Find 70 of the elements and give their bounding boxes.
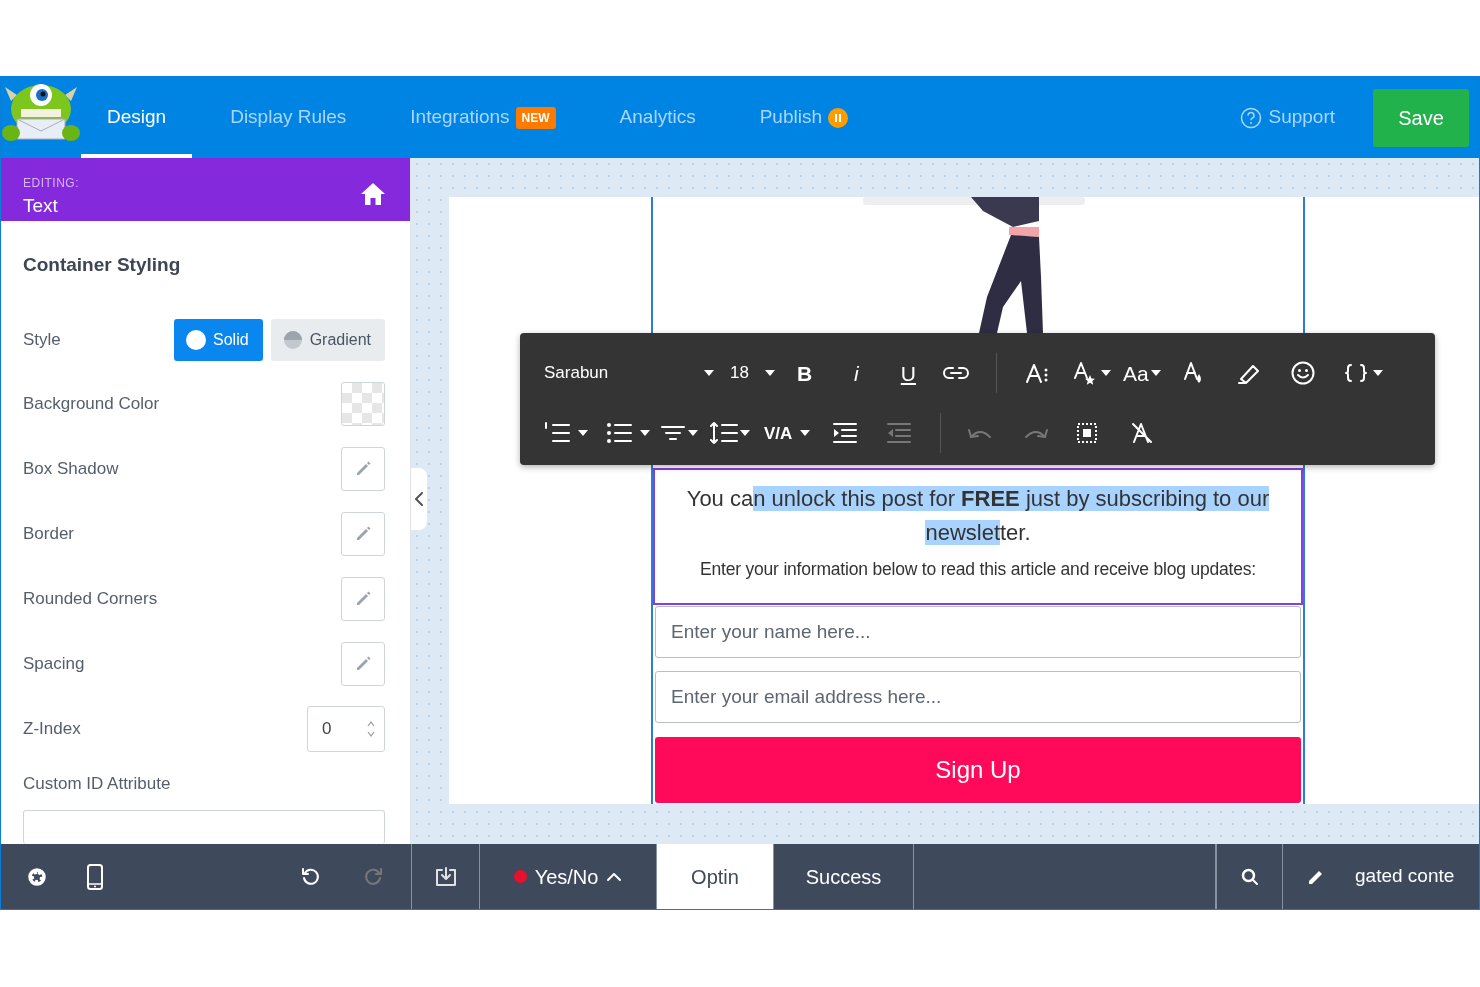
collapse-panel-button[interactable]	[411, 468, 427, 530]
number-field[interactable]: 0	[307, 706, 385, 752]
size-select[interactable]: 18	[730, 360, 775, 386]
element-name: Text	[23, 194, 59, 218]
pencil-icon	[354, 590, 372, 608]
pencil-icon	[354, 655, 372, 673]
caret-icon[interactable]	[640, 430, 650, 436]
link-icon[interactable]	[941, 365, 970, 381]
headline-text: You can unlock this post for FREE just by subscribing to our newsletter.	[685, 485, 1271, 547]
solid-circle-icon	[186, 330, 207, 350]
caret-icon[interactable]	[578, 430, 588, 436]
caret-icon	[764, 370, 775, 376]
numbered-list-icon[interactable]	[544, 422, 570, 444]
letter-spacing-button[interactable]: V/A	[764, 424, 793, 442]
download-tray-icon	[434, 866, 457, 887]
editing-caption: EDITING:	[23, 175, 79, 192]
caret-icon[interactable]	[800, 430, 811, 436]
color-swatch[interactable]	[341, 382, 385, 426]
select-all-icon[interactable]	[1077, 423, 1098, 443]
chevron-up-icon	[606, 871, 623, 882]
clear-formatting-icon[interactable]	[1131, 422, 1154, 444]
home-icon[interactable]	[360, 182, 386, 206]
caret-icon[interactable]	[1100, 370, 1111, 376]
style-option[interactable]: Gradient	[270, 319, 385, 361]
field-label: Background Color	[23, 393, 160, 416]
status-dot-icon	[513, 870, 527, 883]
caret-icon	[704, 370, 714, 376]
mobile-device-icon[interactable]	[87, 863, 103, 890]
align-icon[interactable]	[660, 424, 686, 442]
pencil-icon	[354, 460, 372, 478]
field-label: Z-Index	[23, 718, 81, 741]
input-field[interactable]: Enter your name here...	[655, 606, 1301, 658]
campaign-name: gated conte	[1355, 864, 1455, 889]
text-style-icon[interactable]	[1072, 360, 1097, 386]
line-height-icon[interactable]	[710, 421, 738, 445]
caret-icon[interactable]	[740, 430, 750, 436]
chevron-left-icon	[415, 492, 423, 506]
subtext: Enter your information below to read this article and receive blog updates:	[699, 558, 1257, 581]
bold-button[interactable]: B	[796, 362, 813, 384]
field-label: Custom ID Attribute	[23, 773, 171, 796]
font-select[interactable]: Sarabun	[544, 360, 714, 386]
field-label: Border	[23, 523, 75, 546]
field-label: Rounded Corners	[23, 588, 158, 611]
caret-icon[interactable]	[1150, 370, 1161, 376]
bullet-list-icon[interactable]	[606, 422, 632, 444]
field-label: Style	[23, 329, 61, 352]
gradient-circle-icon	[282, 330, 303, 350]
help-icon	[1240, 106, 1263, 129]
pencil-icon	[354, 525, 372, 543]
undo-icon[interactable]	[301, 866, 321, 887]
view-tab[interactable]: Optin	[657, 844, 774, 909]
text-case-button[interactable]: Aa	[1122, 362, 1149, 384]
italic-button[interactable]: i	[854, 362, 859, 384]
input-field[interactable]: Enter your email address here...	[655, 671, 1301, 723]
underline-button[interactable]: U	[900, 362, 916, 384]
caret-icon[interactable]	[1372, 370, 1383, 376]
section-title: Container Styling	[23, 252, 182, 277]
indent-icon[interactable]	[832, 422, 859, 444]
field-label: Box Shadow	[23, 458, 119, 481]
caret-icon[interactable]	[688, 430, 698, 436]
smiley-icon[interactable]	[1290, 361, 1315, 385]
font-size-icon[interactable]	[1024, 362, 1049, 384]
highlighter-icon[interactable]	[1236, 362, 1261, 384]
field-label: Spacing	[23, 653, 85, 676]
sign-up-button[interactable]: Sign Up	[655, 737, 1301, 803]
new-badge: NEW	[515, 106, 556, 129]
search-icon	[1240, 867, 1259, 886]
search-button[interactable]	[1216, 844, 1283, 909]
style-option[interactable]: Solid	[174, 319, 263, 361]
code-braces-icon[interactable]	[1344, 364, 1367, 382]
